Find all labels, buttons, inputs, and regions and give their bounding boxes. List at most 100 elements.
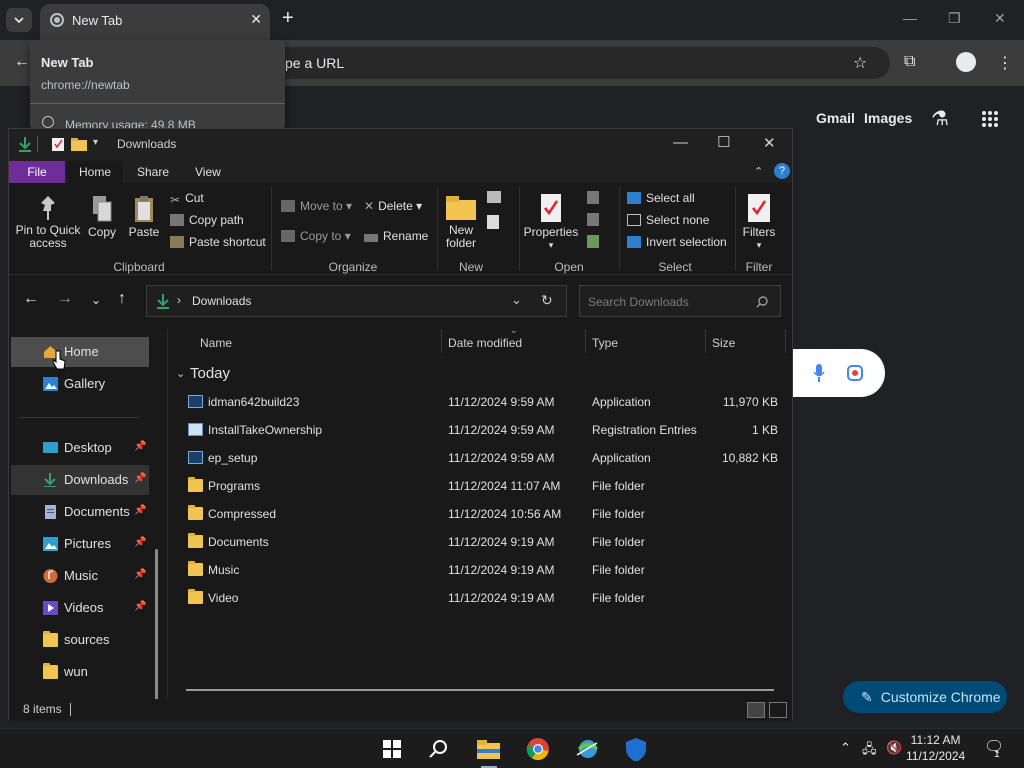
rename-button[interactable]: Rename <box>364 229 428 243</box>
edit-icon[interactable] <box>587 213 599 226</box>
new-folder-quick-icon[interactable] <box>71 138 87 151</box>
chrome-taskbar-icon[interactable] <box>526 737 550 761</box>
tab-close-icon[interactable]: ✕ <box>250 11 262 28</box>
delete-button[interactable]: ✕ Delete ▾ <box>364 199 422 213</box>
column-header-size[interactable]: Size <box>712 336 735 350</box>
table-row[interactable]: Documents 11/12/2024 9:19 AM File folder <box>168 528 793 556</box>
nav-item-home[interactable]: Home <box>11 337 149 367</box>
security-shield-taskbar-icon[interactable] <box>624 737 648 761</box>
tab-view[interactable]: View <box>183 161 233 183</box>
column-divider[interactable] <box>585 329 586 353</box>
profile-avatar-icon[interactable] <box>956 52 976 72</box>
large-icons-view-icon[interactable] <box>769 702 787 718</box>
gmail-link[interactable]: Gmail <box>816 110 855 126</box>
column-header-type[interactable]: Type <box>592 336 618 350</box>
paste-button[interactable]: Paste <box>127 195 161 239</box>
pin-to-quick-access-button[interactable]: Pin to Quick access <box>13 195 83 250</box>
history-icon[interactable] <box>587 235 599 248</box>
network-icon[interactable]: 🖧 <box>862 740 877 762</box>
address-dropdown-icon[interactable]: ⌄ <box>511 292 522 308</box>
images-link[interactable]: Images <box>864 110 912 126</box>
paste-shortcut-button[interactable]: Paste shortcut <box>170 235 266 249</box>
table-row[interactable]: Compressed 11/12/2024 10:56 AM File folder <box>168 500 793 528</box>
nav-item-videos[interactable]: Videos 📌 <box>11 593 149 623</box>
open-icon[interactable] <box>587 191 599 204</box>
back-arrow-icon[interactable]: ← <box>23 290 39 308</box>
apps-grid-icon[interactable] <box>981 110 999 128</box>
restore-icon[interactable]: ❐ <box>948 10 961 27</box>
invert-selection-button[interactable]: Invert selection <box>627 235 727 249</box>
table-row[interactable]: ep_setup 11/12/2024 9:59 AM Application 10,… <box>168 444 793 472</box>
nav-scrollbar[interactable] <box>155 549 158 699</box>
tab-file[interactable]: File <box>9 161 65 183</box>
lens-search-icon[interactable] <box>846 364 864 382</box>
new-folder-button[interactable]: New folder <box>441 195 481 250</box>
tab-home[interactable]: Home <box>67 161 124 183</box>
select-all-button[interactable]: Select all <box>627 191 695 205</box>
table-row[interactable]: InstallTakeOwnership 11/12/2024 9:59 AM Re… <box>168 416 793 444</box>
address-bar[interactable]: › Downloads ⌄ ↻ <box>146 285 567 317</box>
recent-locations-chevron-icon[interactable]: ⌄ <box>91 293 101 307</box>
table-row[interactable]: Video 11/12/2024 9:19 AM File folder <box>168 584 793 612</box>
bookmark-star-icon[interactable]: ☆ <box>853 53 867 73</box>
nav-item-documents[interactable]: Documents 📌 <box>11 497 149 527</box>
collapse-ribbon-icon[interactable]: ⌃ <box>754 165 763 178</box>
up-arrow-icon[interactable]: ↑ <box>118 290 126 308</box>
labs-flask-icon[interactable]: ⚗ <box>931 106 949 131</box>
copy-to-button[interactable]: Copy to ▾ <box>281 229 351 243</box>
refresh-icon[interactable]: ↻ <box>541 292 553 309</box>
filters-button[interactable]: Filters ▾ <box>739 193 779 252</box>
tab-new-tab[interactable]: New Tab ✕ <box>40 4 270 40</box>
help-icon[interactable]: ? <box>774 163 790 179</box>
new-item-icon[interactable] <box>487 191 501 203</box>
extensions-icon[interactable]: ⧉ <box>904 53 915 71</box>
column-divider[interactable] <box>785 329 786 353</box>
table-row[interactable]: idman642build23 11/12/2024 9:59 AM Applica… <box>168 388 793 416</box>
minimize-icon[interactable]: — <box>903 10 917 26</box>
close-window-icon[interactable]: ✕ <box>763 134 776 152</box>
breadcrumb-chevron-icon[interactable]: › <box>177 293 181 307</box>
minimize-icon[interactable]: — <box>673 134 688 151</box>
move-to-button[interactable]: Move to ▾ <box>281 199 352 213</box>
horizontal-scrollbar[interactable] <box>186 689 774 691</box>
search-input[interactable]: Search Downloads <box>579 285 781 317</box>
new-tab-button[interactable]: + <box>282 7 294 30</box>
nav-item-sources[interactable]: sources <box>11 625 149 655</box>
forward-arrow-icon[interactable]: → <box>57 290 73 308</box>
copy-path-button[interactable]: Copy path <box>170 213 244 227</box>
quick-access-dropdown-icon[interactable]: ▾ <box>93 137 98 148</box>
show-hidden-icons-chevron[interactable]: ⌃ <box>840 740 851 756</box>
properties-quick-icon[interactable] <box>51 137 65 152</box>
voice-search-icon[interactable] <box>813 363 825 383</box>
column-header-name[interactable]: Name <box>200 336 232 350</box>
network-globe-taskbar-icon[interactable] <box>575 737 599 761</box>
details-view-icon[interactable] <box>747 702 765 718</box>
clock[interactable]: 11:12 AM 11/12/2024 <box>906 732 965 764</box>
nav-item-wun[interactable]: wun <box>11 657 149 687</box>
file-explorer-taskbar-icon[interactable] <box>476 737 500 761</box>
properties-button[interactable]: Properties ▾ <box>523 193 579 252</box>
easy-access-icon[interactable] <box>487 215 499 229</box>
nav-item-desktop[interactable]: Desktop 📌 <box>11 433 149 463</box>
close-window-icon[interactable]: ✕ <box>994 10 1006 27</box>
breadcrumb-downloads[interactable]: Downloads <box>192 294 251 308</box>
tab-share[interactable]: Share <box>125 161 181 183</box>
tab-search-button[interactable] <box>6 8 32 32</box>
maximize-icon[interactable]: ☐ <box>717 133 730 151</box>
taskbar-search-icon[interactable] <box>427 737 451 761</box>
back-arrow-icon[interactable]: ← <box>14 53 30 71</box>
table-row[interactable]: Music 11/12/2024 9:19 AM File folder <box>168 556 793 584</box>
nav-item-gallery[interactable]: Gallery <box>11 369 149 399</box>
group-collapse-chevron-icon[interactable]: ⌄ <box>176 367 185 380</box>
nav-item-downloads[interactable]: Downloads 📌 <box>11 465 149 495</box>
nav-item-pictures[interactable]: Pictures 📌 <box>11 529 149 559</box>
group-header-today[interactable]: Today <box>190 365 230 382</box>
column-header-date[interactable]: Date modified <box>448 336 522 350</box>
menu-dots-icon[interactable]: ⋮ <box>997 53 1013 73</box>
cut-button[interactable]: ✂ Cut <box>170 191 204 207</box>
nav-item-music[interactable]: Music 📌 <box>11 561 149 591</box>
column-divider[interactable] <box>705 329 706 353</box>
customize-chrome-button[interactable]: ✎ Customize Chrome <box>843 681 1007 713</box>
copy-button[interactable]: Copy <box>85 195 119 239</box>
windows-start-icon[interactable] <box>380 737 404 761</box>
